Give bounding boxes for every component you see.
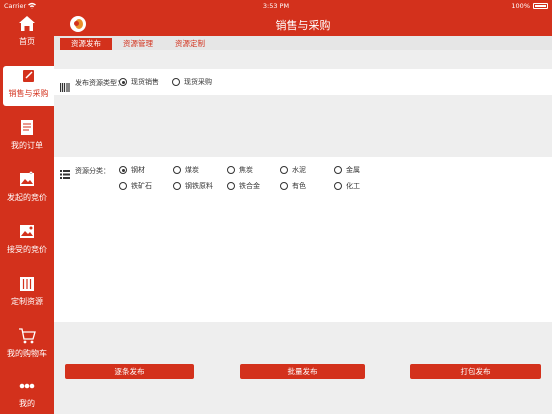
sidebar-item-cart[interactable]: 我的购物车 — [0, 326, 54, 366]
battery-icon — [533, 3, 548, 9]
radio-label: 铁矿石 — [131, 182, 152, 190]
sidebar-item-label: 我的订单 — [11, 141, 43, 150]
image-up-icon — [0, 170, 54, 190]
radio-label: 金属 — [346, 166, 360, 174]
status-time: 3:53 PM — [262, 2, 290, 10]
sidebar-item-custom-resources[interactable]: 定制资源 — [0, 274, 54, 314]
package-publish-button[interactable]: 打包发布 — [410, 364, 541, 379]
sidebar-item-label: 我的购物车 — [7, 349, 47, 358]
radio-circle — [227, 166, 235, 174]
radio-label: 煤炭 — [185, 166, 199, 174]
sidebar-item-home[interactable]: 首页 — [0, 14, 54, 54]
tab-resource-publish[interactable]: 资源发布 — [60, 38, 112, 50]
radio-circle — [172, 78, 180, 86]
list-icon — [60, 164, 70, 183]
sidebar-item-orders[interactable]: 我的订单 — [0, 118, 54, 158]
radio-circle — [280, 182, 288, 190]
sidebar-item-label: 我的 — [19, 399, 35, 408]
radio-label: 钢材 — [131, 166, 145, 174]
radio-circle — [119, 166, 127, 174]
cart-icon — [0, 326, 54, 346]
batch-publish-button[interactable]: 批量发布 — [240, 364, 365, 379]
radio-circle — [119, 182, 127, 190]
publish-type-panel: 发布资源类型： 现货销售 现货采购 — [54, 69, 552, 95]
sidebar-item-label: 销售与采购 — [8, 89, 49, 98]
tab-resource-custom[interactable]: 资源定制 — [164, 38, 216, 50]
sidebar-item-label: 发起的竞价 — [7, 193, 47, 202]
tab-resource-manage[interactable]: 资源管理 — [112, 38, 164, 50]
single-publish-button[interactable]: 逐条发布 — [65, 364, 194, 379]
radio-label: 焦炭 — [239, 166, 253, 174]
tab-bar: 资源发布 资源管理 资源定制 — [54, 36, 552, 50]
sidebar-item-sales-purchase[interactable]: 销售与采购 — [3, 66, 54, 106]
sidebar-item-label: 接受的竞价 — [7, 245, 47, 254]
document-icon — [0, 118, 54, 138]
radio-label: 水泥 — [292, 166, 306, 174]
sidebar-item-mine[interactable]: 我的 — [0, 376, 54, 414]
radio-circle — [227, 182, 235, 190]
edit-icon — [3, 66, 54, 86]
radio-circle — [334, 182, 342, 190]
sidebar-item-label: 定制资源 — [11, 297, 43, 306]
radio-circle — [173, 166, 181, 174]
radio-circle — [280, 166, 288, 174]
category-panel: 资源分类： 钢材 煤炭 焦炭 水泥 金属 铁矿石 钢铁原料 铁合金 有色 化工 — [54, 157, 552, 322]
image-down-icon — [0, 222, 54, 242]
category-label: 资源分类： — [75, 167, 110, 175]
radio-label: 钢铁原料 — [185, 182, 213, 190]
sidebar: 首页 销售与采购 我的订单 发起的竞价 接受的竞价 定制资源 我的购物车 我的 — [0, 12, 54, 414]
barcode-icon — [59, 77, 70, 96]
radio-label: 铁合金 — [239, 182, 260, 190]
more-icon — [0, 376, 54, 396]
header-bar: 销售与采购 — [54, 12, 552, 36]
radio-label: 有色 — [292, 182, 306, 190]
sidebar-item-label: 首页 — [19, 37, 35, 46]
sidebar-item-accepted-bids[interactable]: 接受的竞价 — [0, 222, 54, 262]
page-title: 销售与采购 — [275, 19, 331, 32]
columns-icon — [0, 274, 54, 294]
radio-label: 化工 — [346, 182, 360, 190]
publish-type-label: 发布资源类型： — [75, 79, 124, 87]
status-bar: Carrier 3:53 PM 100% — [0, 0, 552, 12]
radio-label: 现货销售 — [131, 78, 159, 86]
radio-circle — [119, 78, 127, 86]
radio-circle — [334, 166, 342, 174]
radio-label: 现货采购 — [184, 78, 212, 86]
home-icon — [0, 14, 54, 34]
sidebar-item-initiated-bids[interactable]: 发起的竞价 — [0, 170, 54, 210]
battery-percent: 100% — [511, 2, 530, 10]
radio-circle — [173, 182, 181, 190]
